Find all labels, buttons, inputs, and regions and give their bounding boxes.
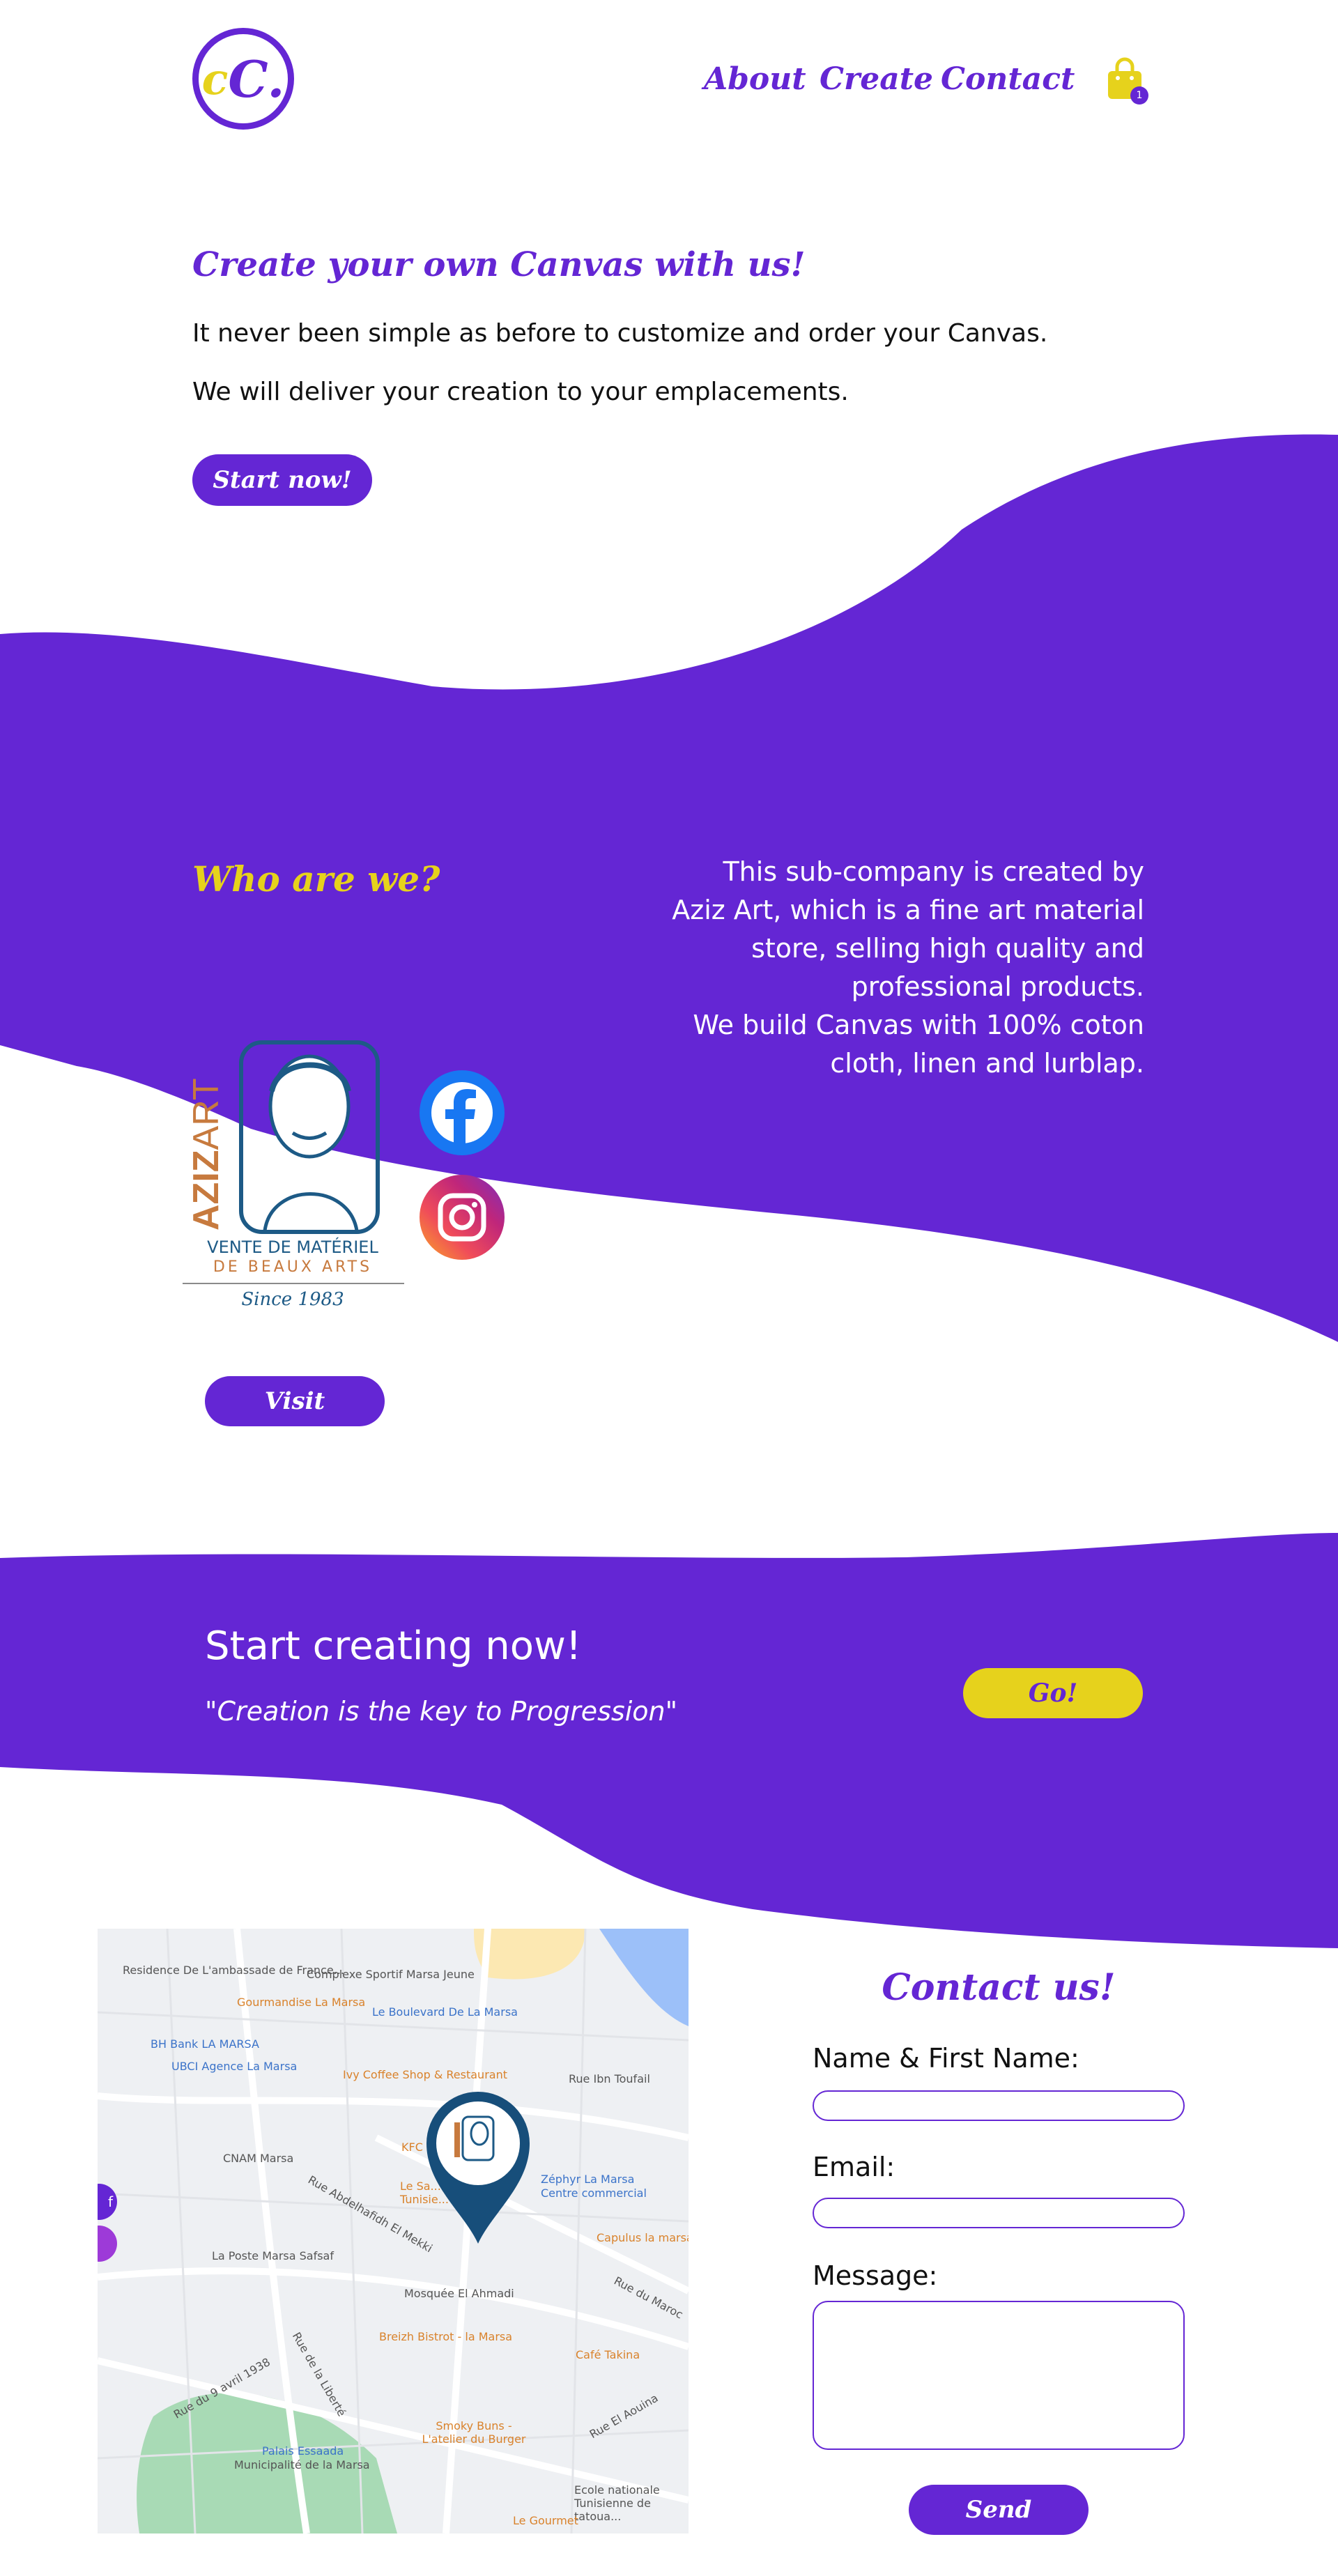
map-label: Le Boulevard De La Marsa (372, 2005, 518, 2019)
create-quote: "Creation is the key to Progression" (205, 1696, 678, 1727)
instagram-icon[interactable] (420, 1175, 505, 1260)
map-label: Capulus la marsa (597, 2231, 689, 2244)
name-label: Name & First Name: (813, 2043, 1079, 2074)
brand-art: ART (186, 1078, 226, 1150)
hero-text-2: We will deliver your creation to your em… (192, 378, 849, 406)
site-logo[interactable]: c C. (192, 28, 294, 130)
map-label: Mosquée El Ahmadi (404, 2287, 514, 2300)
location-map[interactable]: Residence De L'ambassade de France... Co… (98, 1929, 689, 2533)
message-label: Message: (813, 2260, 938, 2291)
map-label: Café Takina (576, 2348, 640, 2361)
map-label: Palais Essaada (262, 2444, 344, 2458)
map-label: Ivy Coffee Shop & Restaurant (343, 2068, 507, 2081)
map-label: UBCI Agence La Marsa (171, 2060, 298, 2073)
logo-letter-cc: C. (228, 49, 285, 109)
hero-title: Create your own Canvas with us! (192, 245, 806, 284)
name-field[interactable] (813, 2090, 1185, 2121)
map-label: La Poste Marsa Safsaf (212, 2249, 334, 2262)
aziz-art-wordmark: AZIZART (185, 1078, 227, 1231)
who-title: Who are we? (192, 858, 440, 900)
brand-aziz: AZIZ (186, 1150, 226, 1231)
logo-letter-c: c (201, 53, 229, 105)
map-label: BH Bank LA MARSA (151, 2037, 259, 2051)
visit-button[interactable]: Visit (205, 1376, 385, 1426)
message-field[interactable] (813, 2301, 1185, 2450)
map-label: Le Gourmet (513, 2514, 578, 2527)
start-now-button[interactable]: Start now! (192, 454, 372, 506)
send-button[interactable]: Send (909, 2485, 1089, 2535)
contact-title: Contact us! (882, 1966, 1116, 2009)
logo-subtitle-1: VENTE DE MATÉRIEL (207, 1237, 378, 1257)
map-label: Zéphyr La Marsa (541, 2173, 635, 2186)
logo-since: Since 1983 (241, 1289, 344, 1310)
logo-subtitle-2: DE BEAUX ARTS (213, 1258, 373, 1276)
map-label: Breizh Bistrot - la Marsa (379, 2330, 513, 2343)
facebook-icon[interactable] (420, 1070, 505, 1155)
map-label: Smoky Buns - L'atelier du Burger (422, 2419, 526, 2446)
map-label: Complexe Sportif Marsa Jeune (307, 1968, 475, 1981)
create-title: Start creating now! (205, 1624, 582, 1669)
aziz-art-logo[interactable]: AZIZART VENTE DE MATÉRIEL DE BEAUX ARTS … (174, 1028, 411, 1335)
map-pin-icon[interactable] (422, 2088, 534, 2245)
map-label: KFC (401, 2141, 423, 2154)
map-label: Gourmandise La Marsa (237, 1996, 366, 2009)
map-label: Rue Ibn Toufail (569, 2072, 650, 2085)
map-label: CNAM Marsa (223, 2152, 294, 2165)
email-field[interactable] (813, 2198, 1185, 2228)
contact-section: Contact us! (794, 0, 1203, 2576)
map-label: Ecole nationale Tunisienne de tatoua... (574, 2483, 660, 2523)
map-label: Centre commercial (541, 2186, 647, 2200)
map-label: Municipalité de la Marsa (234, 2458, 370, 2471)
nav-about[interactable]: About (704, 61, 806, 97)
email-label: Email: (813, 2152, 895, 2182)
